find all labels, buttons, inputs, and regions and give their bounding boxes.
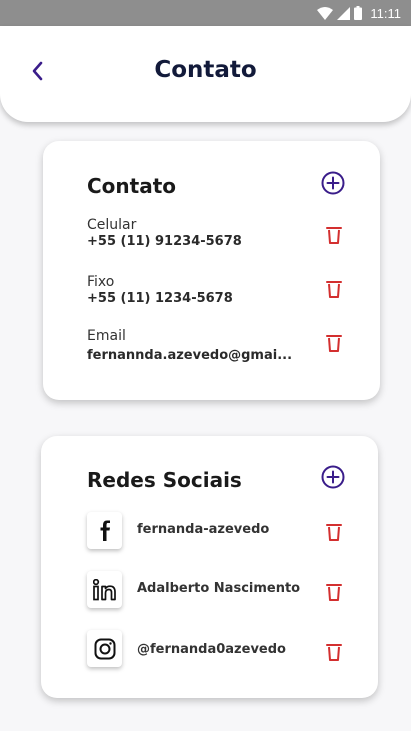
social-handle-linkedin: Adalberto Nascimento <box>137 581 301 596</box>
contact-value: +55 (11) 91234-5678 <box>87 234 242 249</box>
add-contact-button[interactable] <box>321 171 345 195</box>
contact-value: fernannda.azevedo@gmai... <box>87 348 293 363</box>
social-card: Redes Sociais fernanda-azevedo Adalberto… <box>41 436 378 698</box>
contact-type: Fixo <box>87 274 115 290</box>
contact-value: +55 (11) 1234-5678 <box>87 291 233 306</box>
add-social-button[interactable] <box>321 465 345 489</box>
page-title: Contato <box>154 57 257 83</box>
delete-instagram-button[interactable] <box>325 642 343 662</box>
contact-item-email: Email fernannda.azevedo@gmai... <box>87 328 297 365</box>
linkedin-icon-box <box>87 571 122 608</box>
social-handle-facebook: fernanda-azevedo <box>137 522 270 537</box>
trash-icon <box>326 584 342 601</box>
delete-celular-button[interactable] <box>325 225 343 245</box>
status-bar: 11:11 <box>0 0 411 26</box>
facebook-icon <box>100 520 110 541</box>
contact-item-fixo: Fixo +55 (11) 1234-5678 <box>87 274 297 308</box>
app-header: Contato <box>0 26 411 122</box>
social-card-title: Redes Sociais <box>87 468 242 492</box>
social-handle-instagram: @fernanda0azevedo <box>137 642 286 657</box>
delete-fixo-button[interactable] <box>325 279 343 299</box>
trash-icon <box>326 281 342 298</box>
trash-icon <box>326 335 342 352</box>
instagram-icon-box <box>87 630 122 667</box>
wifi-icon <box>317 6 334 20</box>
contact-type: Email <box>87 328 126 344</box>
contact-type: Celular <box>87 217 137 233</box>
linkedin-icon <box>92 578 116 600</box>
contact-item-celular: Celular +55 (11) 91234-5678 <box>87 217 297 251</box>
contact-card-title: Contato <box>87 174 177 198</box>
delete-linkedin-button[interactable] <box>325 582 343 602</box>
facebook-icon-box <box>87 512 122 549</box>
signal-icon <box>337 6 351 20</box>
add-circle-icon <box>321 465 345 489</box>
contact-card: Contato Celular +55 (11) 91234-5678 Fixo… <box>43 141 380 400</box>
status-icons: 11:11 <box>317 5 401 21</box>
trash-icon <box>326 524 342 541</box>
instagram-icon <box>94 638 115 659</box>
trash-icon <box>326 644 342 661</box>
delete-facebook-button[interactable] <box>325 522 343 542</box>
add-circle-icon <box>321 171 345 195</box>
battery-icon <box>354 6 363 20</box>
delete-email-button[interactable] <box>325 333 343 353</box>
status-time: 11:11 <box>370 5 401 21</box>
trash-icon <box>326 227 342 244</box>
